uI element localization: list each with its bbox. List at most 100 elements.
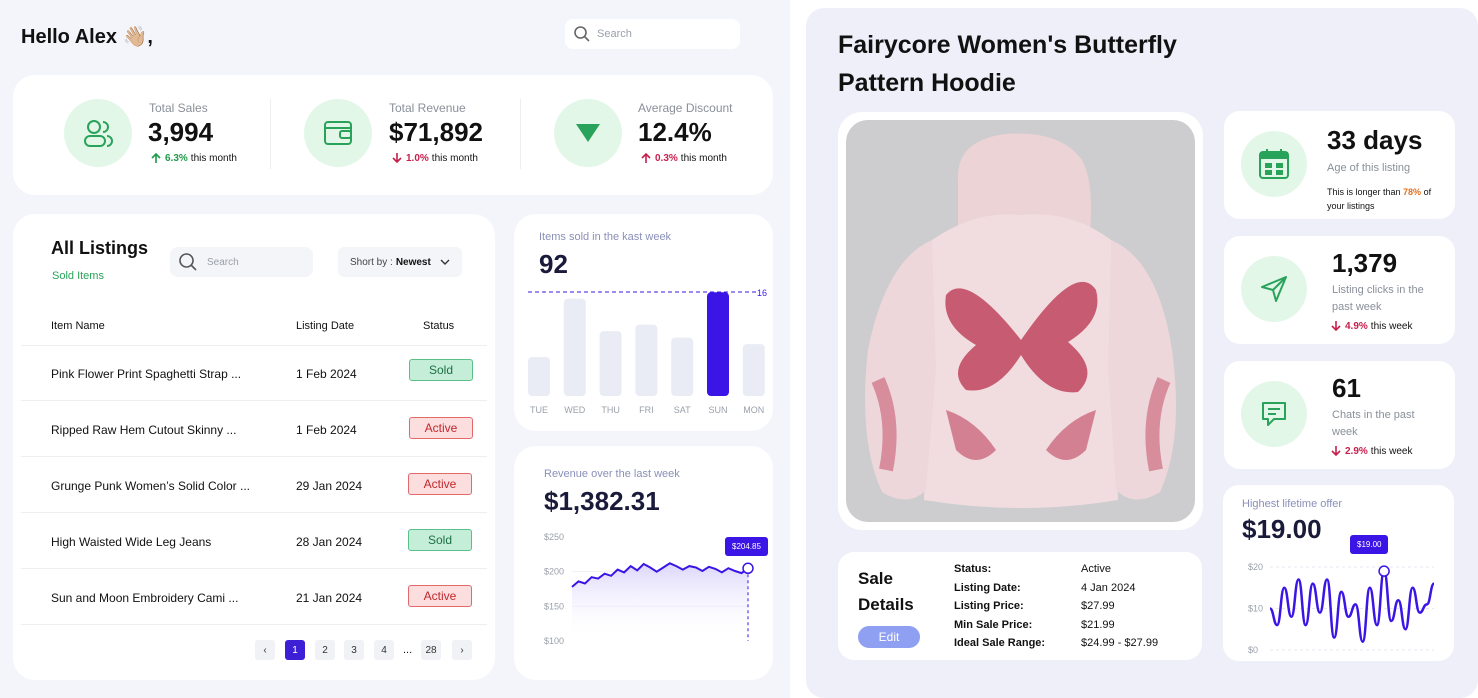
status-badge: Active	[409, 417, 473, 439]
column-header: Item Name	[51, 320, 105, 332]
listing-age-card: 33 days Age of this listing This is long…	[1224, 111, 1455, 219]
title-line: Details	[858, 595, 914, 614]
pagination-page[interactable]: 4	[374, 640, 394, 660]
arrow-down-icon	[392, 153, 402, 164]
stat-delta: 0.3% this month	[640, 152, 727, 164]
bar	[528, 357, 550, 396]
clicks-value: 1,379	[1332, 248, 1398, 278]
field-label: Ideal Sale Range:	[954, 637, 1046, 649]
arrow-up-icon	[641, 152, 651, 163]
search-icon	[574, 26, 590, 42]
calendar-icon	[1241, 131, 1307, 197]
age-value: 33 days	[1327, 125, 1423, 155]
users-icon	[64, 99, 132, 167]
listing-date: 1 Feb 2024	[296, 367, 357, 381]
stat-label: Total Revenue	[389, 101, 466, 115]
sale-details-title: Sale Details	[858, 566, 914, 618]
bar	[635, 324, 658, 396]
sort-dropdown[interactable]: Short by : Newest	[338, 247, 462, 277]
edit-button[interactable]: Edit	[858, 626, 920, 648]
search-icon	[179, 253, 197, 271]
listing-date: 1 Feb 2024	[296, 423, 357, 437]
y-tick-label: $20	[1248, 562, 1263, 572]
listings-search[interactable]: Search	[170, 247, 313, 277]
pagination-last[interactable]: 28	[421, 640, 441, 660]
product-image[interactable]	[846, 120, 1195, 522]
sold-items-link[interactable]: Sold Items	[52, 270, 104, 282]
column-header: Status	[423, 320, 455, 332]
label-line: week	[1332, 426, 1358, 438]
bar	[563, 298, 586, 396]
chats-label: Chats in the past week	[1332, 407, 1415, 441]
field-value: Active	[1081, 563, 1111, 575]
delta-text: this month	[680, 152, 727, 164]
y-tick-label: $150	[544, 601, 564, 611]
divider	[270, 99, 271, 169]
arrow-up-icon	[151, 152, 161, 163]
item-name: High Waisted Wide Leg Jeans	[51, 535, 212, 549]
listing-date: 21 Jan 2024	[296, 591, 363, 605]
note-text: your listings	[1327, 201, 1375, 211]
delta-text: this week	[1370, 320, 1413, 332]
highest-offer-card: Highest lifetime offer $19.00 $20 $10 $0 $…	[1223, 485, 1454, 661]
pagination-page[interactable]: 1	[285, 640, 305, 660]
label-line: Chats in the past	[1332, 409, 1415, 421]
bar	[599, 331, 622, 396]
chat-icon	[1241, 381, 1307, 447]
pagination-page[interactable]: 2	[315, 640, 335, 660]
status-badge: Active	[408, 473, 472, 495]
listings-card: All Listings Sold Items Search Short by …	[13, 214, 495, 680]
table-row[interactable]: Pink Flower Print Spaghetti Strap ... 1 …	[13, 345, 495, 401]
bar	[671, 337, 694, 396]
item-name: Ripped Raw Hem Cutout Skinny ...	[51, 423, 237, 437]
x-tick-label: WED	[564, 405, 586, 415]
product-image-card	[838, 112, 1203, 530]
x-tick-label: FRI	[639, 405, 654, 415]
field-value: $24.99 - $27.99	[1081, 637, 1159, 649]
field-label: Status:	[954, 563, 992, 575]
send-icon	[1241, 256, 1307, 322]
items-sold-chart: 16	[528, 288, 767, 396]
field-label: Listing Date:	[954, 581, 1021, 594]
pagination-prev[interactable]: ‹	[255, 640, 275, 660]
field-label: Listing Price:	[954, 600, 1024, 612]
search-bar[interactable]: Search	[565, 19, 740, 49]
table-row[interactable]: Ripped Raw Hem Cutout Skinny ... 1 Feb 2…	[13, 401, 495, 457]
bar	[742, 344, 765, 396]
arrow-down-icon	[1331, 321, 1341, 332]
delta-text: this month	[431, 152, 478, 164]
title-line: Sale	[858, 569, 893, 588]
age-label: Age of this listing	[1327, 162, 1411, 174]
field-label: Min Sale Price:	[954, 618, 1033, 631]
sort-label: Short by :	[350, 256, 393, 268]
delta-value: 1.0%	[406, 152, 429, 164]
x-tick-label: SAT	[673, 405, 691, 415]
table-row[interactable]: High Waisted Wide Leg Jeans 28 Jan 2024 …	[13, 513, 495, 569]
hoodie-illustration	[865, 133, 1176, 508]
search-placeholder: Search	[597, 28, 632, 40]
field-value: 4 Jan 2024	[1081, 581, 1136, 594]
triangle-down-icon	[554, 99, 622, 167]
field-value: $21.99	[1081, 618, 1115, 631]
stat-label: Total Sales	[149, 101, 208, 115]
note-text: This is longer than	[1327, 187, 1404, 197]
revenue-tooltip: $204.85	[725, 537, 768, 556]
product-title: Fairycore Women's Butterfly Pattern Hood…	[838, 26, 1177, 102]
highlight-point	[742, 562, 754, 575]
delta-value: 6.3%	[165, 152, 188, 164]
item-name: Pink Flower Print Spaghetti Strap ...	[51, 367, 242, 381]
pagination-page[interactable]: 3	[344, 640, 364, 660]
stat-label: Average Discount	[638, 101, 733, 115]
table-row[interactable]: Sun and Moon Embroidery Cami ... 21 Jan …	[13, 569, 495, 625]
x-tick-label: TUE	[530, 405, 548, 415]
offer-line	[1269, 569, 1436, 643]
pagination-next[interactable]: ›	[452, 640, 472, 660]
stat-value: $71,892	[389, 117, 483, 147]
listing-date: 29 Jan 2024	[296, 479, 363, 493]
table-row[interactable]: Grunge Punk Women’s Solid Color ... 29 J…	[13, 457, 495, 513]
wallet-icon	[304, 99, 372, 167]
sort-value: Newest	[395, 256, 431, 268]
stat-value: 12.4%	[638, 117, 712, 147]
title-line: Pattern Hoodie	[838, 69, 1016, 97]
item-name: Sun and Moon Embroidery Cami ...	[51, 591, 239, 605]
